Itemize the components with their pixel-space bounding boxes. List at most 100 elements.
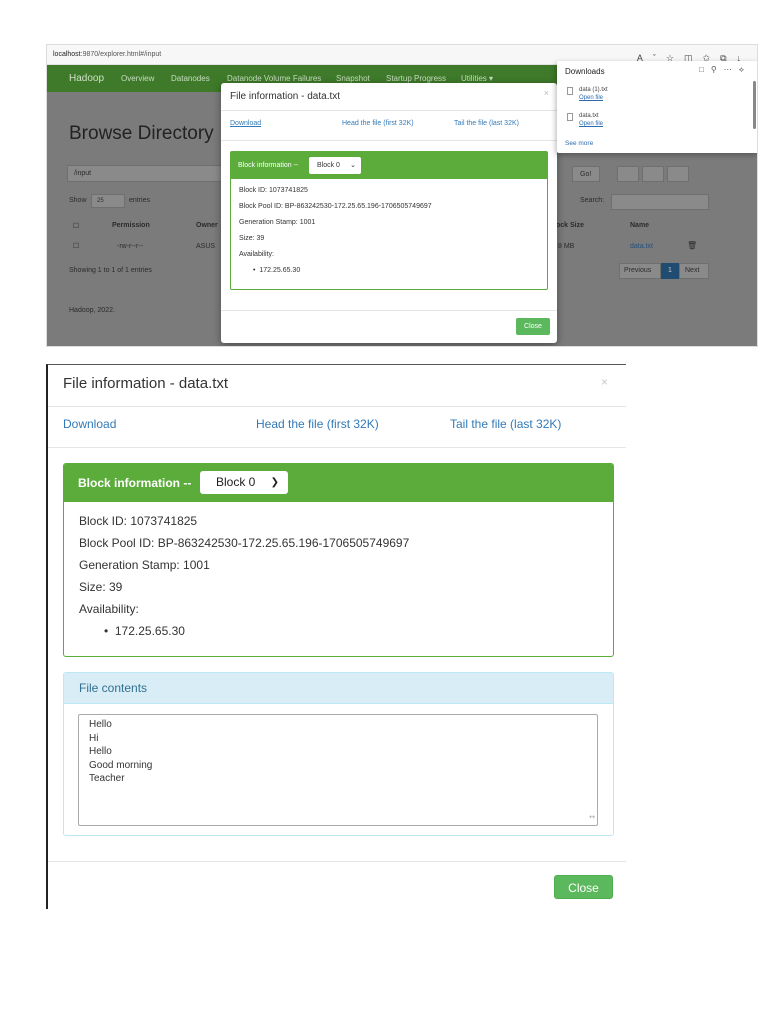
url-path: :9870/explorer.html#/input — [80, 51, 162, 58]
hadoop-brand[interactable]: Hadoop — [69, 65, 104, 92]
size: Size: 39 — [239, 235, 265, 242]
download-link[interactable]: Download — [230, 120, 261, 127]
col-owner[interactable]: Owner — [196, 222, 218, 229]
close-icon[interactable]: × — [544, 88, 549, 98]
trash-icon[interactable]: 🗑 — [687, 241, 697, 250]
scrollbar[interactable] — [753, 81, 756, 129]
block-info-panel: Block information -- Block 0 ⌄ Block ID: … — [230, 151, 548, 290]
divider — [48, 447, 626, 448]
block-info-label: Block information -- — [238, 162, 299, 169]
search-icon[interactable]: ⚲ — [711, 65, 724, 74]
resize-handle-icon[interactable]: ⇿ — [589, 811, 595, 825]
downloads-actions: □⚲⋯⟡ — [699, 65, 751, 75]
download-link[interactable]: Download — [63, 417, 116, 431]
page-title: Browse Directory — [69, 123, 214, 144]
file-contents-textarea[interactable]: Hello Hi Hello Good morning Teacher ⇿ — [78, 714, 598, 826]
row-permission: -rw-r--r-- — [117, 243, 144, 250]
divider — [221, 310, 557, 311]
close-button[interactable]: Close — [516, 318, 550, 335]
chevron-down-icon: ❯ — [270, 477, 279, 488]
showing-text: Showing 1 to 1 of 1 entries — [69, 267, 152, 274]
row-owner: ASUS — [196, 243, 216, 250]
availability-ip: 172.25.65.30 — [114, 624, 185, 638]
file-info-modal-small: File information - data.txt × Download H… — [221, 83, 557, 343]
file-contents-header: File contents — [64, 673, 613, 704]
head-file-link[interactable]: Head the file (first 32K) — [256, 417, 379, 431]
entries-value: 25 — [97, 198, 104, 204]
upload-icon[interactable] — [642, 166, 664, 182]
show-label: Show — [69, 197, 87, 204]
divider — [221, 140, 557, 141]
chevron-down-icon: ⌄ — [350, 162, 356, 169]
row-name-link[interactable]: data.txt — [630, 243, 653, 250]
file-contents-panel: File contents Hello Hi Hello Good mornin… — [63, 672, 614, 836]
downloads-panel: Downloads □⚲⋯⟡ data (1).txt Open file da… — [557, 61, 757, 153]
downloads-header: Downloads — [565, 67, 605, 76]
row-block-size: 8 MB — [558, 243, 575, 250]
availability-label: Availability: — [79, 602, 139, 616]
size: Size: 39 — [79, 580, 123, 594]
more-icon[interactable]: ⋯ — [724, 65, 739, 74]
open-file-link[interactable]: Open file — [579, 95, 603, 101]
pin-icon[interactable]: ⟡ — [739, 65, 751, 74]
next-label: Next — [685, 267, 700, 274]
nav-overview[interactable]: Overview — [121, 65, 154, 92]
availability-ip: 172.25.65.30 — [259, 267, 301, 274]
file-contents-text: Hello Hi Hello Good morning Teacher — [89, 719, 153, 784]
entries-label: entries — [129, 197, 151, 204]
tail-file-link[interactable]: Tail the file (last 32K) — [454, 120, 519, 127]
col-name[interactable]: Name — [630, 222, 649, 229]
url-host: localhost — [53, 51, 81, 58]
block-select-value: Block 0 — [317, 162, 340, 169]
download-name: data (1).txt — [579, 87, 608, 93]
folder-open-icon[interactable] — [617, 166, 639, 182]
block-info-label: Block information -- — [78, 476, 192, 490]
download-item[interactable]: data.txt Open file — [567, 113, 603, 127]
head-file-link[interactable]: Head the file (first 32K) — [342, 120, 414, 127]
availability-label: Availability: — [239, 251, 274, 258]
table-icon[interactable] — [667, 166, 689, 182]
block-pool-id: Block Pool ID: BP-863242530-172.25.65.19… — [239, 203, 432, 210]
availability-item: • 172.25.65.30 — [104, 624, 185, 638]
block-info-panel: Block information -- Block 0 ❯ Block ID:… — [63, 463, 614, 657]
folder-icon[interactable]: □ — [699, 65, 711, 74]
search-input[interactable] — [611, 194, 709, 210]
block-select[interactable]: Block 0 ⌄ — [309, 157, 361, 174]
block-pool-id: Block Pool ID: BP-863242530-172.25.65.19… — [79, 536, 410, 550]
col-permission[interactable]: Permission — [112, 222, 150, 229]
download-name: data.txt — [579, 113, 599, 119]
block-select-value: Block 0 — [216, 475, 256, 489]
divider — [48, 406, 626, 407]
file-info-modal: File information - data.txt × Download H… — [46, 364, 626, 909]
col-block-size[interactable]: ock Size — [556, 222, 584, 229]
availability-item: • 172.25.65.30 — [253, 267, 301, 274]
open-file-link[interactable]: Open file — [579, 121, 603, 127]
prev-label: Previous — [624, 267, 652, 274]
nav-datanodes[interactable]: Datanodes — [171, 65, 210, 92]
search-label: Search: — [580, 197, 605, 204]
close-button[interactable]: Close — [554, 875, 613, 899]
row-checkbox[interactable]: ☐ — [73, 242, 79, 250]
tail-file-link[interactable]: Tail the file (last 32K) — [450, 417, 561, 431]
file-icon — [567, 87, 573, 95]
modal-title: File information - data.txt — [63, 375, 229, 392]
modal-title: File information - data.txt — [230, 91, 341, 102]
go-label: Go! — [580, 171, 592, 178]
download-item[interactable]: data (1).txt Open file — [567, 87, 608, 101]
path-value: /input — [74, 170, 92, 177]
close-icon[interactable]: × — [601, 375, 608, 389]
browser-screenshot: localhost:9870/explorer.html#/input Aˇ☆◫… — [46, 44, 758, 347]
generation-stamp: Generation Stamp: 1001 — [79, 558, 210, 572]
file-icon — [567, 113, 573, 121]
block-info-header: Block information -- Block 0 ⌄ — [231, 152, 547, 179]
block-select[interactable]: Block 0 ❯ — [200, 471, 288, 494]
divider — [48, 861, 626, 862]
select-all-checkbox[interactable]: ☐ — [73, 222, 79, 230]
see-more-link[interactable]: See more — [565, 140, 593, 147]
block-id: Block ID: 1073741825 — [79, 514, 198, 528]
footer-text: Hadoop, 2022. — [69, 307, 115, 314]
block-info-header: Block information -- Block 0 ❯ — [64, 464, 613, 502]
generation-stamp: Generation Stamp: 1001 — [239, 219, 316, 226]
block-id: Block ID: 1073741825 — [239, 187, 308, 194]
page-1-label: 1 — [668, 267, 672, 274]
